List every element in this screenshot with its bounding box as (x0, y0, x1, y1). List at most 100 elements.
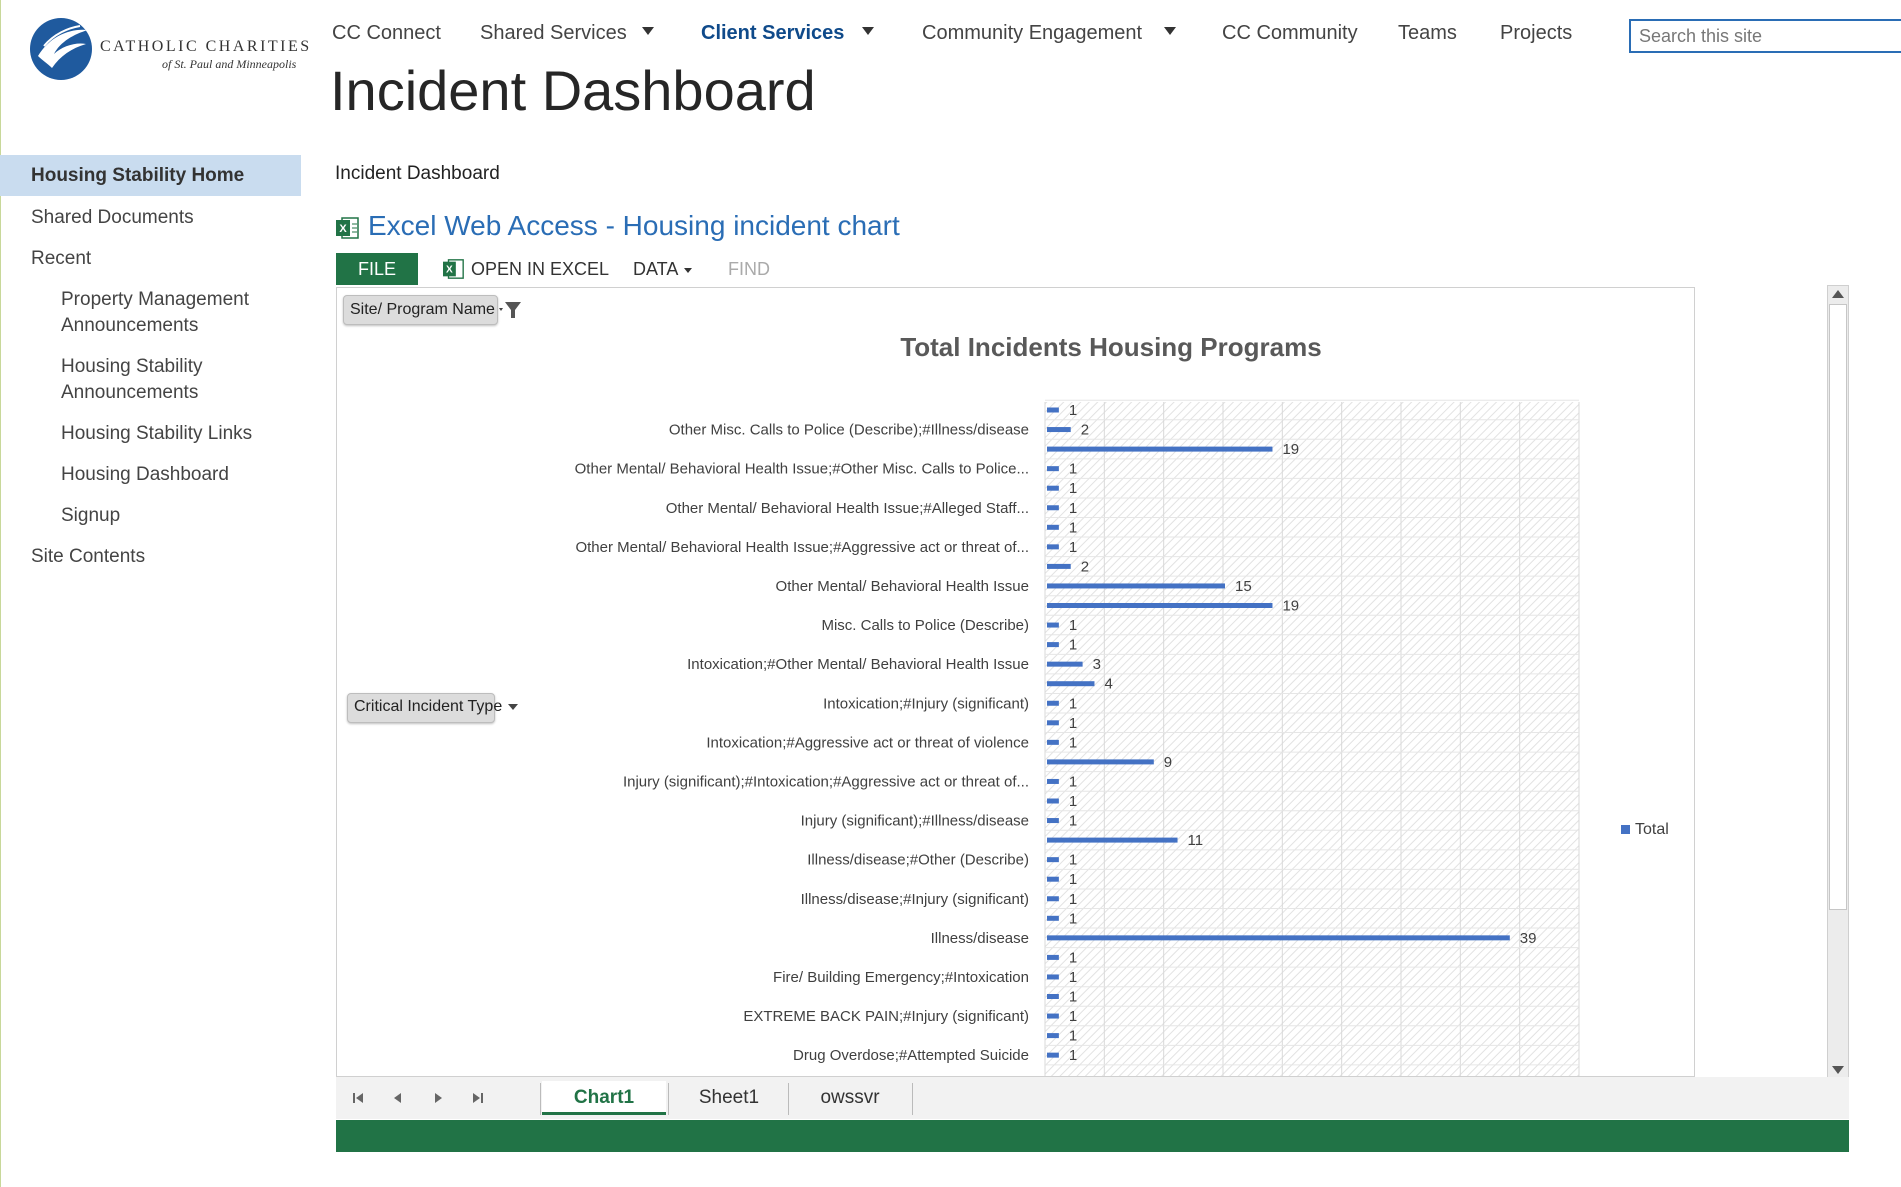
bar (1047, 505, 1059, 511)
sheet-separator (540, 1083, 541, 1115)
community-engagement-dropdown-icon[interactable] (1164, 27, 1176, 35)
bar (1047, 876, 1059, 882)
bar (1047, 818, 1059, 824)
data-label: 1 (1069, 519, 1077, 536)
bar (1047, 974, 1059, 980)
bar (1047, 1033, 1059, 1039)
bar (1047, 720, 1059, 726)
client-services-dropdown-icon[interactable] (862, 27, 874, 35)
bar (1047, 935, 1510, 941)
nav-cc-connect[interactable]: CC Connect (332, 22, 441, 45)
data-label: 2 (1081, 422, 1089, 439)
leftnav-property-management-announcements[interactable]: Property Management Announcements (61, 287, 291, 339)
data-label: 1 (1069, 891, 1077, 908)
data-label: 4 (1104, 676, 1112, 693)
sheet-tab-chart1[interactable]: Chart1 (542, 1081, 666, 1115)
search-input[interactable] (1629, 19, 1901, 53)
data-label: 2 (1081, 558, 1089, 575)
next-sheet-icon[interactable] (428, 1088, 448, 1108)
previous-sheet-icon[interactable] (388, 1088, 408, 1108)
category-label: Other Mental/ Behavioral Health Issue (776, 578, 1029, 595)
data-label: 1 (1069, 500, 1077, 517)
bar (1047, 407, 1059, 413)
data-label: 1 (1069, 949, 1077, 966)
webpart-title-link[interactable]: Excel Web Access - Housing incident char… (368, 210, 900, 242)
category-label: Other Mental/ Behavioral Health Issue;#O… (575, 461, 1029, 478)
bar (1047, 739, 1059, 745)
data-label: 1 (1069, 813, 1077, 830)
site-logo[interactable]: CATHOLIC CHARITIES of St. Paul and Minne… (30, 16, 310, 86)
dove-logo-icon (30, 18, 92, 80)
data-label: 1 (1069, 480, 1077, 497)
leftnav-housing-stability-home[interactable]: Housing Stability Home (0, 155, 301, 196)
plot-area (1045, 402, 1579, 1076)
bar (1047, 583, 1225, 589)
scroll-up-arrow-icon[interactable] (1832, 290, 1844, 298)
category-label: Fire/ Building Emergency;#Intoxication (773, 969, 1029, 986)
bar (1047, 1013, 1059, 1019)
category-label: Intoxication;#Other Mental/ Behavioral H… (687, 656, 1029, 673)
data-dropdown-icon (684, 267, 693, 273)
category-label: Intoxication;#Injury (significant) (823, 695, 1029, 712)
bar (1047, 896, 1059, 902)
bar (1047, 622, 1059, 628)
vertical-scrollbar[interactable] (1827, 285, 1849, 1079)
sheet-tab-owssvr[interactable]: owssvr (790, 1081, 910, 1115)
leftnav-housing-stability-announcements[interactable]: Housing Stability Announcements (61, 354, 251, 406)
leftnav-shared-documents[interactable]: Shared Documents (31, 205, 194, 231)
data-label: 1 (1069, 539, 1077, 556)
leftnav-site-contents[interactable]: Site Contents (31, 544, 145, 570)
nav-cc-community[interactable]: CC Community (1222, 22, 1358, 45)
bar (1047, 837, 1178, 843)
scrollbar-thumb[interactable] (1829, 304, 1847, 910)
sheet-tab-sheet1[interactable]: Sheet1 (670, 1081, 788, 1115)
last-sheet-icon[interactable] (468, 1088, 488, 1108)
data-label: 1 (1069, 1047, 1077, 1064)
bar (1047, 778, 1059, 784)
category-label: Illness/disease;#Injury (significant) (801, 891, 1029, 908)
data-label: 1 (1069, 910, 1077, 927)
legend-label-total: Total (1635, 821, 1669, 838)
first-sheet-icon[interactable] (348, 1088, 368, 1108)
data-label: 1 (1069, 617, 1077, 634)
leftnav-housing-stability-links[interactable]: Housing Stability Links (61, 421, 252, 447)
bar (1047, 427, 1071, 433)
category-label: Other Mental/ Behavioral Health Issue;#A… (666, 500, 1029, 517)
logo-subtitle: of St. Paul and Minneapolis (162, 57, 297, 71)
nav-community-engagement[interactable]: Community Engagement (922, 22, 1142, 45)
chart-legend: Total (1621, 821, 1669, 838)
bar (1047, 798, 1059, 804)
bar (1047, 642, 1059, 648)
nav-teams[interactable]: Teams (1398, 22, 1457, 45)
data-label: 19 (1282, 441, 1299, 458)
shared-services-dropdown-icon[interactable] (642, 27, 654, 35)
category-label: Other Mental/ Behavioral Health Issue;#A… (575, 539, 1029, 556)
find-button[interactable]: FIND (728, 259, 770, 280)
nav-projects[interactable]: Projects (1500, 22, 1572, 45)
category-label: Injury (significant);#Intoxication;#Aggr… (623, 773, 1029, 790)
category-label: Other Misc. Calls to Police (Describe);#… (669, 422, 1029, 439)
chart-title: Total Incidents Housing Programs (900, 332, 1321, 362)
leftnav-signup[interactable]: Signup (61, 503, 120, 529)
leftnav-housing-dashboard[interactable]: Housing Dashboard (61, 462, 229, 488)
data-label: 1 (1069, 1028, 1077, 1045)
sheet-separator (788, 1083, 789, 1115)
data-label: 1 (1069, 852, 1077, 869)
file-button[interactable]: FILE (336, 253, 418, 285)
leftnav-recent: Recent (31, 248, 92, 269)
data-label: 1 (1069, 461, 1077, 478)
data-label: 1 (1069, 871, 1077, 888)
bar (1047, 563, 1071, 569)
logo-title: CATHOLIC CHARITIES (100, 38, 312, 55)
scroll-down-arrow-icon[interactable] (1832, 1066, 1844, 1074)
breadcrumb: Incident Dashboard (335, 163, 500, 184)
data-menu-button[interactable]: DATA (633, 259, 693, 280)
nav-client-services[interactable]: Client Services (701, 22, 844, 45)
data-label: 1 (1069, 695, 1077, 712)
bar (1047, 759, 1154, 765)
bar (1047, 544, 1059, 550)
category-label: Injury (significant);#Illness/disease (801, 813, 1029, 830)
data-label: 1 (1069, 1008, 1077, 1025)
data-label: 1 (1069, 715, 1077, 732)
nav-shared-services[interactable]: Shared Services (480, 22, 627, 45)
